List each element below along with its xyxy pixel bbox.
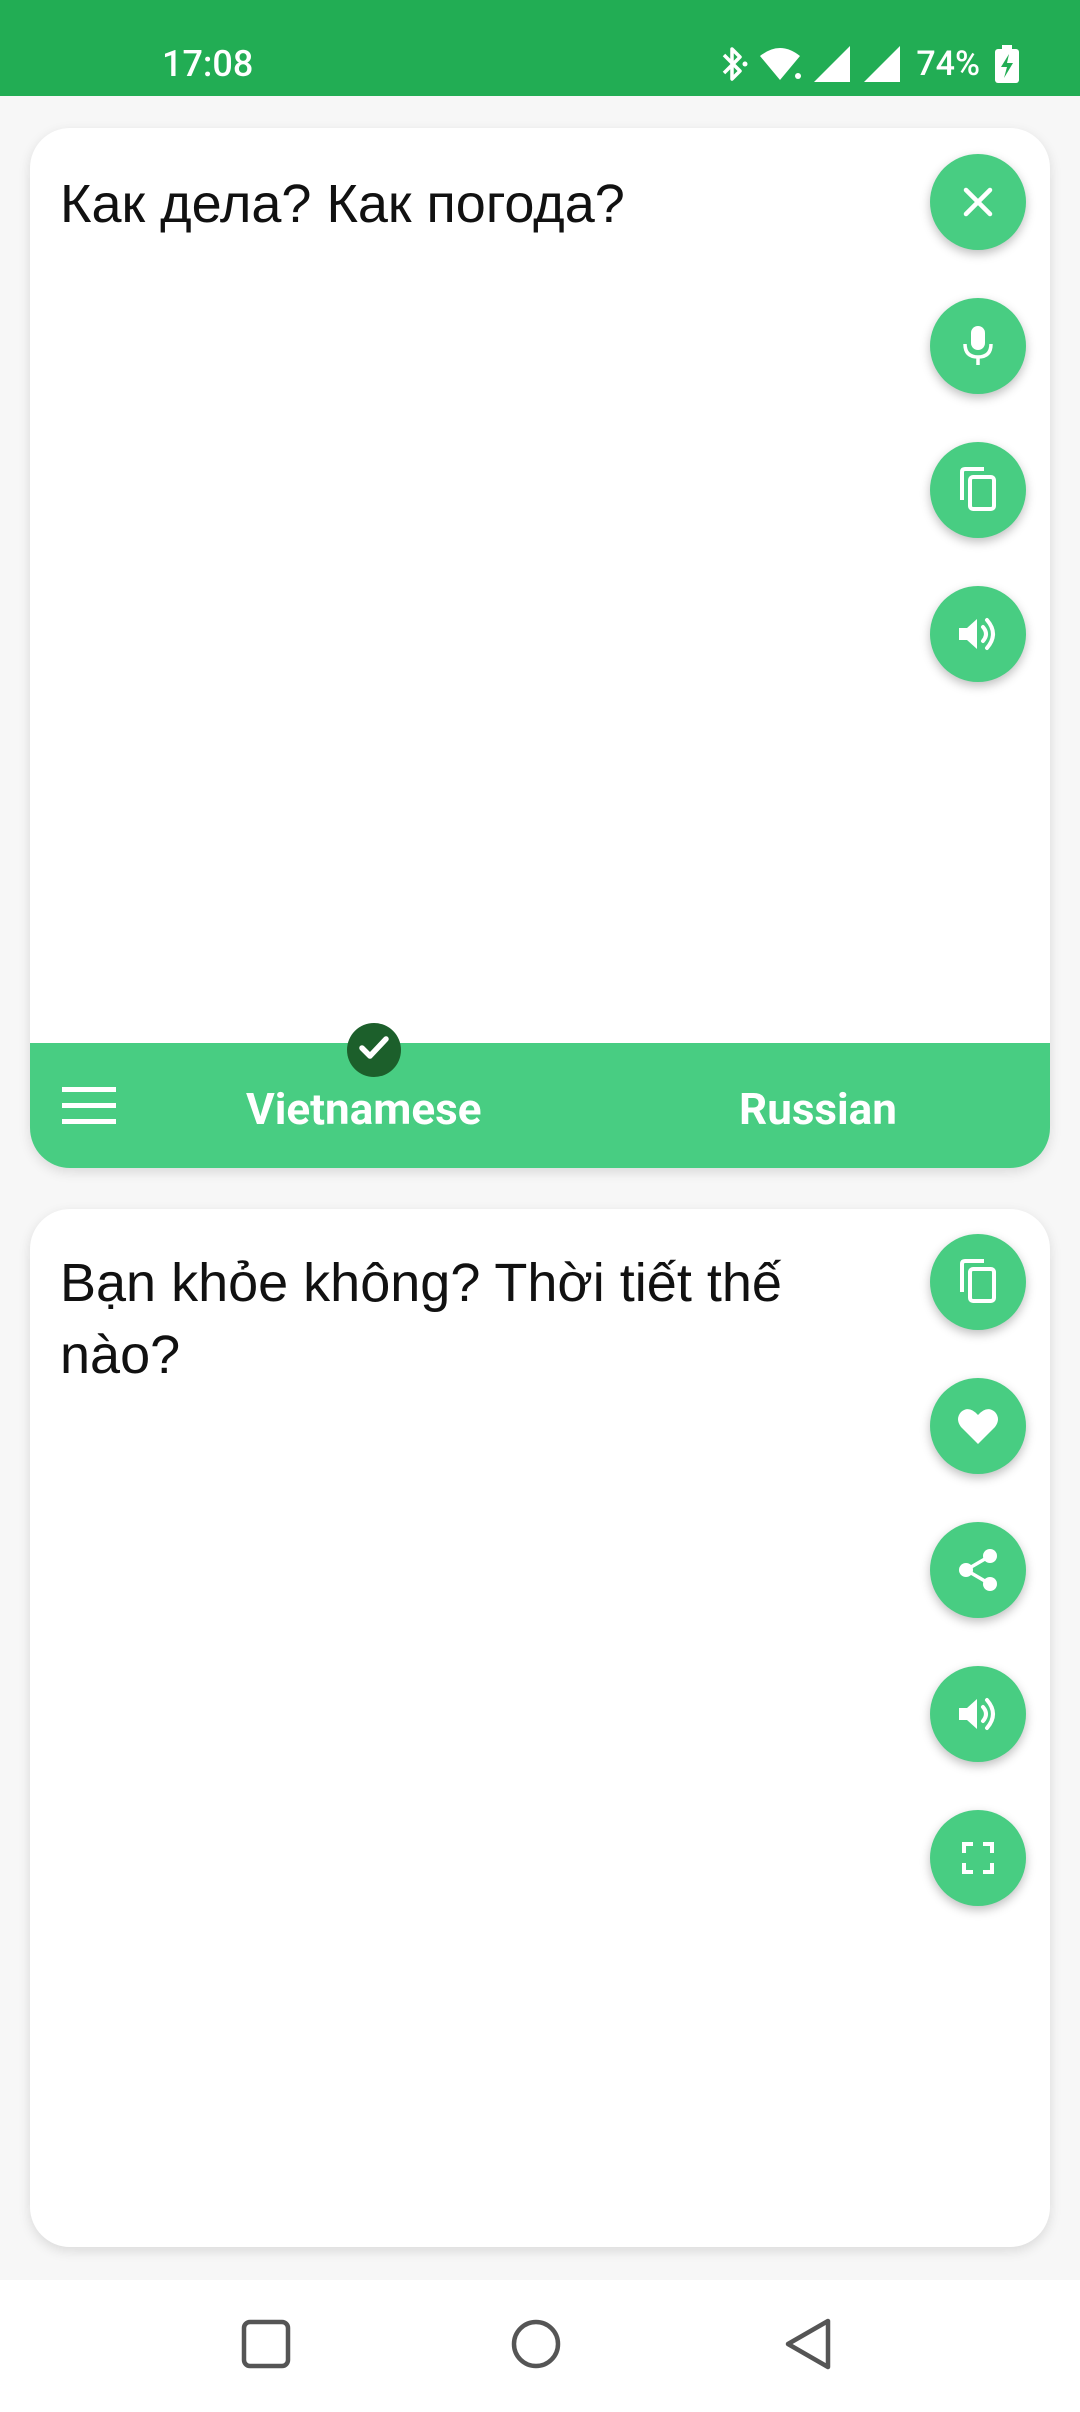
speak-translation-button[interactable]: [930, 1666, 1026, 1762]
recents-button[interactable]: [234, 2314, 298, 2378]
speak-source-button[interactable]: [930, 586, 1026, 682]
selected-language-check: [347, 1023, 401, 1077]
mic-button[interactable]: [930, 298, 1026, 394]
translation-text: Bạn khỏe không? Thời tiết thế nào?: [60, 1253, 782, 1385]
copy-icon: [956, 1258, 1000, 1306]
checkmark-icon: [357, 1033, 391, 1067]
copy-source-button[interactable]: [930, 442, 1026, 538]
battery-percent: 74%: [916, 44, 980, 84]
clear-icon: [958, 182, 998, 222]
clear-button[interactable]: [930, 154, 1026, 250]
signal-icon: [812, 44, 852, 84]
speaker-icon: [956, 614, 1000, 654]
wifi-icon: [758, 46, 802, 82]
hamburger-menu-icon: [60, 1087, 120, 1133]
language-bar: Vietnamese Russian: [30, 1043, 1050, 1168]
fullscreen-button[interactable]: [930, 1810, 1026, 1906]
share-button[interactable]: [930, 1522, 1026, 1618]
battery-charging-icon: [994, 44, 1020, 84]
status-icons: 74%: [718, 36, 1020, 92]
source-language-button[interactable]: Vietnamese: [246, 1081, 482, 1137]
source-panel: Как дела? Как погода? Vietnamese Russian: [30, 128, 1050, 1168]
recents-icon: [241, 2319, 291, 2373]
source-text[interactable]: Как дела? Как погода?: [60, 168, 880, 240]
share-icon: [956, 1548, 1000, 1592]
back-icon: [782, 2317, 834, 2375]
bluetooth-icon: [718, 44, 748, 84]
menu-button[interactable]: [60, 1083, 120, 1129]
translation-panel: Bạn khỏe không? Thời tiết thế nào?: [30, 1209, 1050, 2247]
signal-icon: [862, 44, 902, 84]
copy-translation-button[interactable]: [930, 1234, 1026, 1330]
fullscreen-icon: [958, 1838, 998, 1878]
mic-icon: [958, 324, 998, 368]
status-bar: 17:08 74%: [0, 0, 1080, 96]
status-time: 17:08: [162, 43, 254, 85]
favorite-button[interactable]: [930, 1378, 1026, 1474]
target-language-button[interactable]: Russian: [739, 1081, 897, 1137]
back-button[interactable]: [776, 2314, 840, 2378]
navigation-bar: [0, 2280, 1080, 2412]
heart-icon: [956, 1406, 1000, 1446]
copy-icon: [956, 466, 1000, 514]
speaker-icon: [956, 1694, 1000, 1734]
home-icon: [509, 2317, 563, 2375]
home-button[interactable]: [504, 2314, 568, 2378]
